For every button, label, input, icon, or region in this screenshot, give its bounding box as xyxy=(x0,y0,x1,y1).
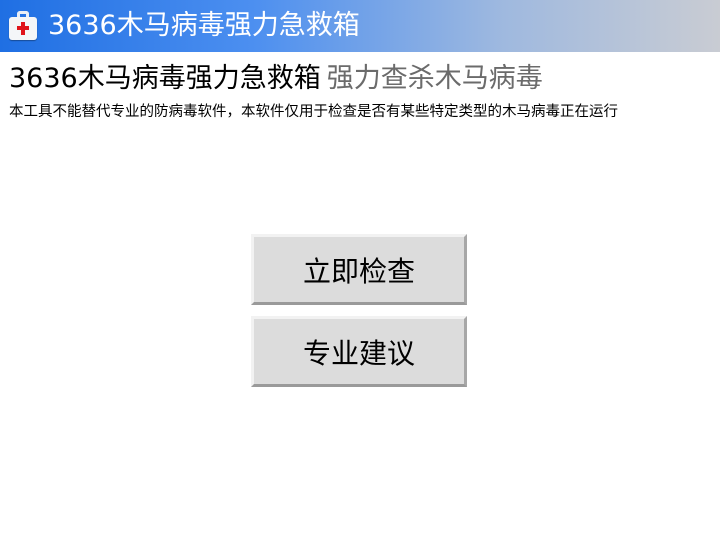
page-subtitle: 强力查杀木马病毒 xyxy=(326,63,543,94)
app-window: 3636木马病毒强力急救箱 3636木马病毒强力急救箱 强力查杀木马病毒 本工具不… xyxy=(0,0,720,540)
window-title: 3636木马病毒强力急救箱 xyxy=(48,10,360,41)
page-title: 3636木马病毒强力急救箱 xyxy=(9,63,321,94)
first-aid-kit-icon xyxy=(8,11,38,41)
page-heading: 3636木马病毒强力急救箱 强力查杀木马病毒 xyxy=(9,60,543,98)
title-bar[interactable]: 3636木马病毒强力急救箱 xyxy=(0,0,720,52)
professional-advice-button[interactable]: 专业建议 xyxy=(251,316,467,387)
check-now-button[interactable]: 立即检查 xyxy=(251,234,467,305)
disclaimer-text: 本工具不能替代专业的防病毒软件，本软件仅用于检查是否有某些特定类型的木马病毒正在… xyxy=(9,104,618,120)
